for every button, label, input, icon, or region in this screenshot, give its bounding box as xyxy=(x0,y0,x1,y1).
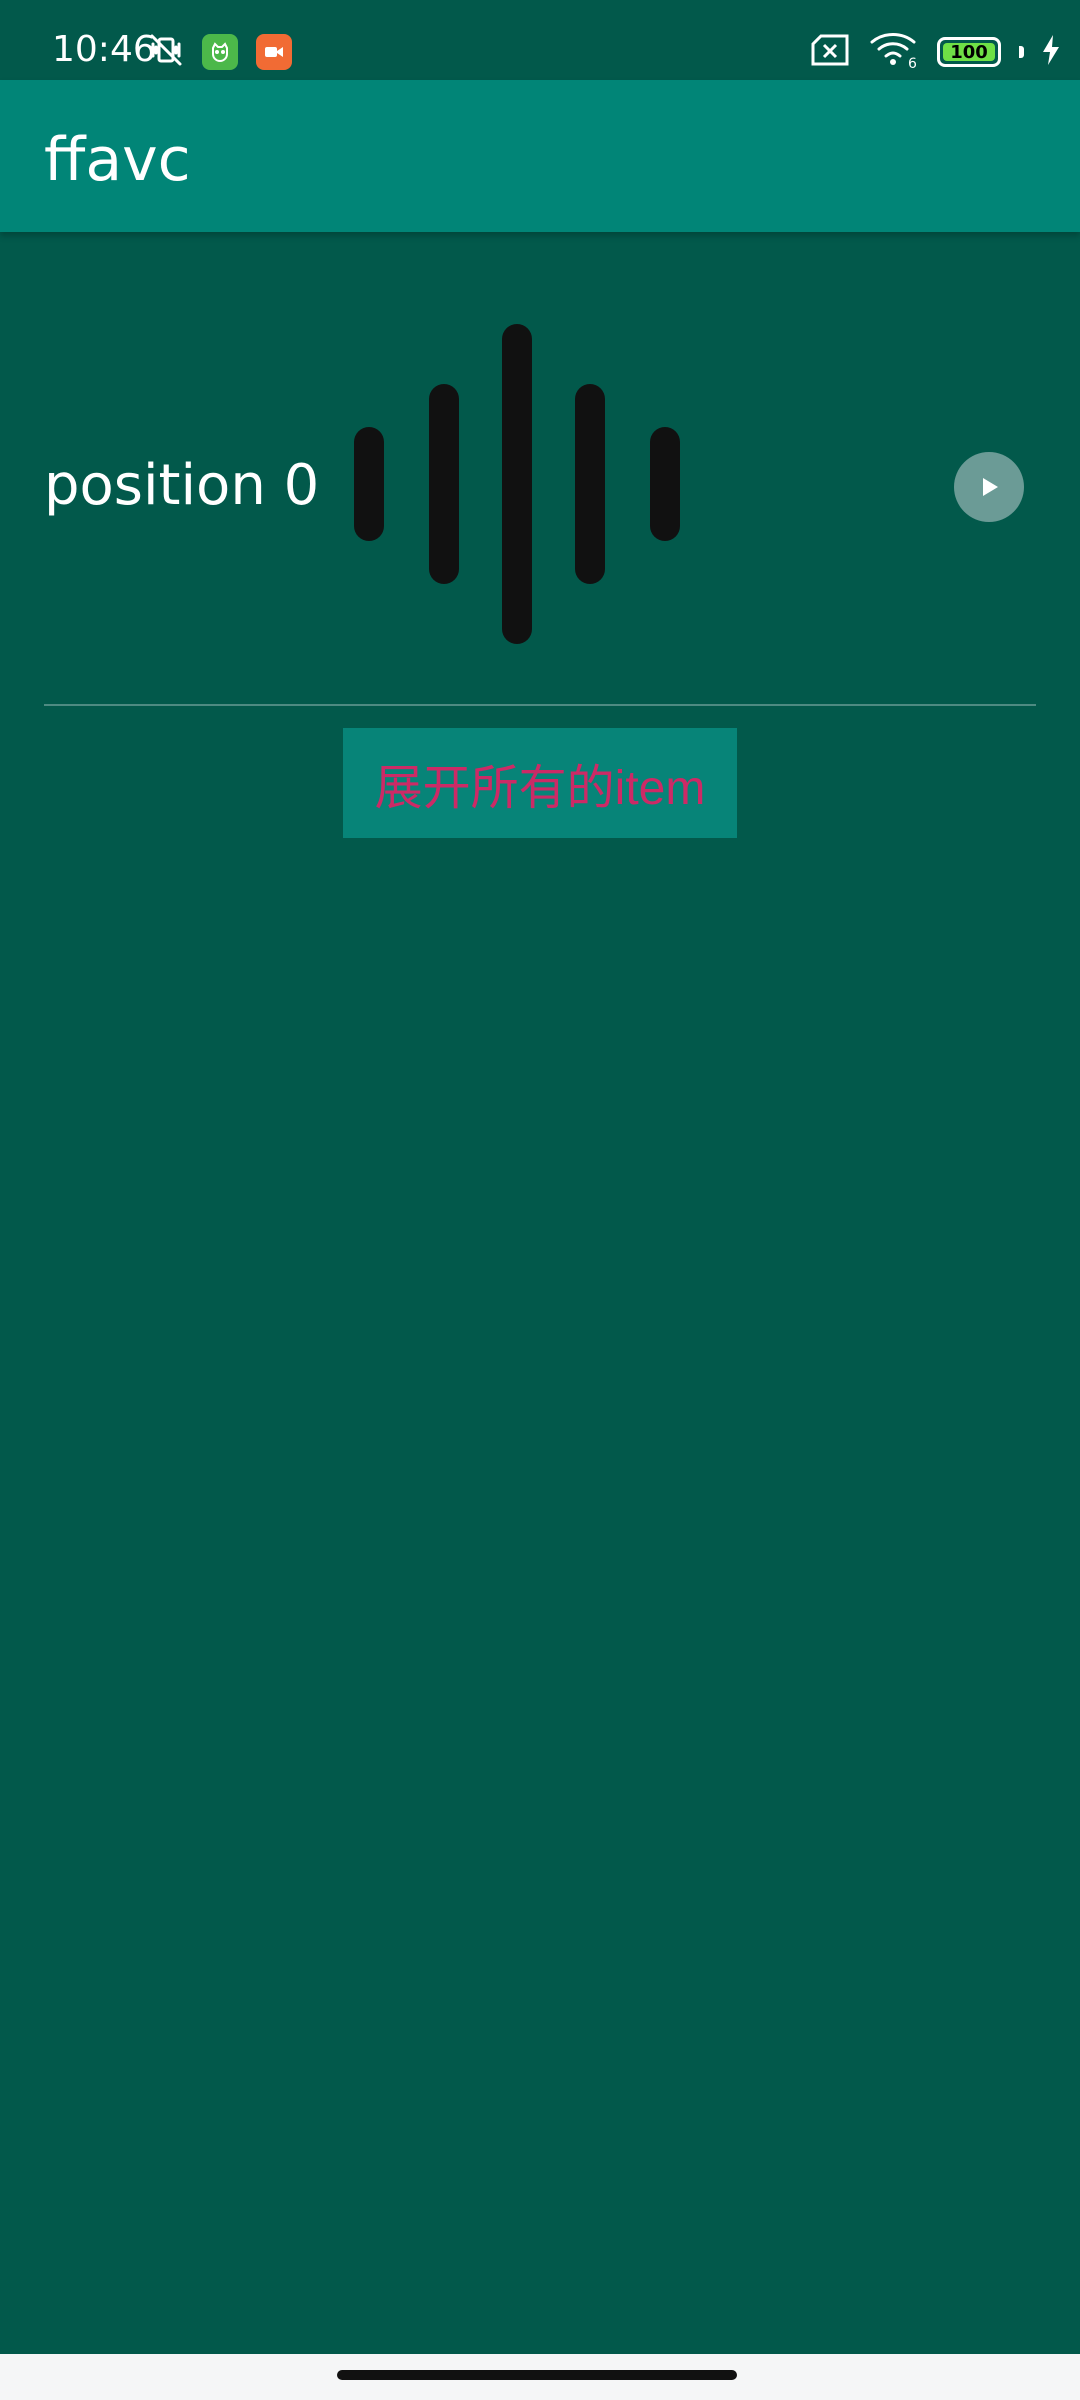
vibrate-off-icon xyxy=(148,32,184,72)
sim-disabled-icon xyxy=(809,34,851,70)
app-bar: ffavc xyxy=(0,80,1080,232)
status-bar: 10:46 6 100 xyxy=(0,0,1080,80)
waveform-bar-2 xyxy=(429,384,459,584)
status-time: 10:46 xyxy=(52,29,156,70)
battery-level: 100 xyxy=(950,41,988,63)
expand-all-button[interactable]: 展开所有的item xyxy=(343,728,737,838)
wifi-label: 6 xyxy=(908,56,917,69)
item-label: position 0 xyxy=(44,453,320,518)
divider xyxy=(44,704,1036,706)
app-title: ffavc xyxy=(44,125,191,195)
waveform-icon xyxy=(354,324,680,644)
play-icon xyxy=(983,478,998,496)
video-app-icon xyxy=(256,34,292,70)
wifi-icon: 6 xyxy=(869,31,919,73)
battery-icon: 100 xyxy=(937,37,1001,67)
list-item[interactable]: position 0 xyxy=(0,232,1080,706)
waveform-bar-5 xyxy=(650,427,680,541)
navigation-bar xyxy=(0,2354,1080,2400)
status-icons-left xyxy=(148,34,292,70)
cat-app-icon xyxy=(202,34,238,70)
play-button[interactable] xyxy=(954,452,1024,522)
battery-tip xyxy=(1019,46,1024,58)
waveform-bar-4 xyxy=(575,384,605,584)
charging-icon xyxy=(1042,34,1060,70)
status-icons-right: 6 100 xyxy=(809,31,1060,73)
waveform-bar-1 xyxy=(354,427,384,541)
waveform-bar-3 xyxy=(502,324,532,644)
home-indicator[interactable] xyxy=(337,2370,737,2380)
